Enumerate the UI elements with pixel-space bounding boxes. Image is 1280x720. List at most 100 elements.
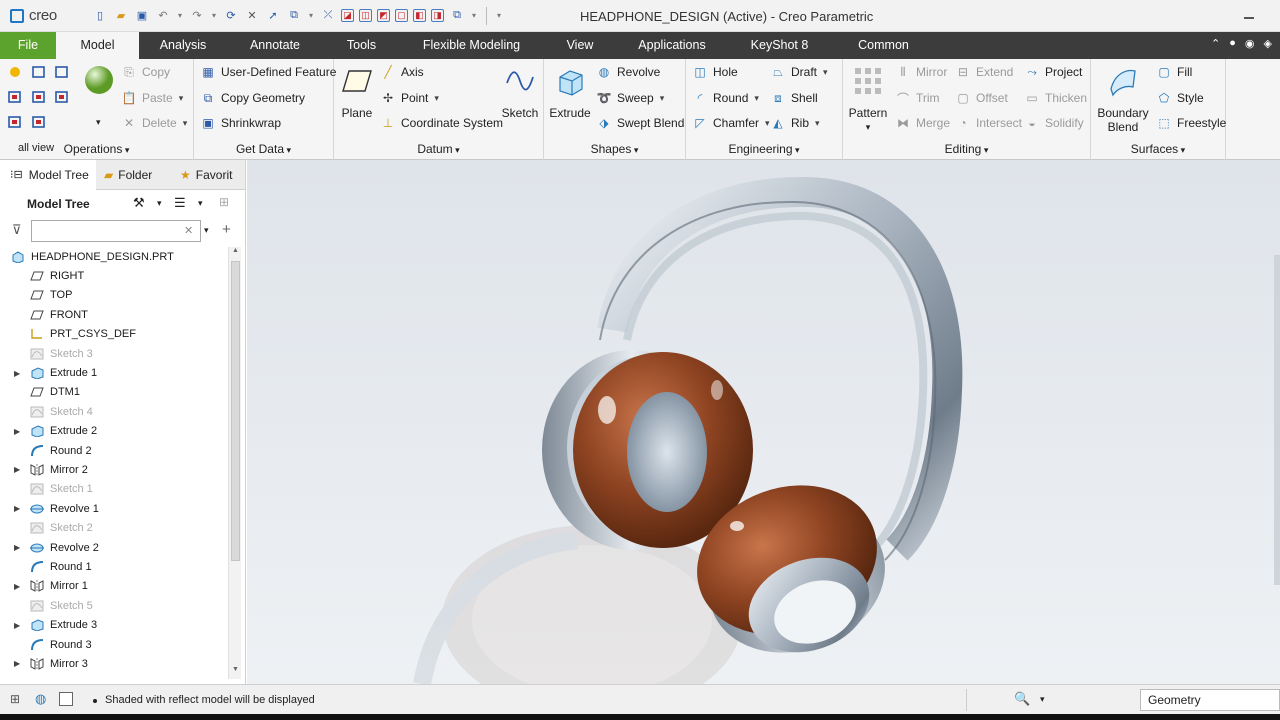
- tab-model-tree[interactable]: ⁝⊟ Model Tree: [0, 160, 96, 190]
- tab-favorites[interactable]: ★ Favorit: [172, 160, 244, 190]
- selection-filter-select[interactable]: Geometry: [1140, 689, 1280, 711]
- axis-button[interactable]: ╱ Axis: [380, 64, 423, 80]
- expand-arrow-icon[interactable]: ▶: [14, 543, 20, 552]
- navigator-toggle-icon[interactable]: ⊞: [10, 692, 20, 706]
- save-icon[interactable]: ▣: [134, 8, 150, 24]
- tree-node[interactable]: HEADPHONE_DESIGN.PRT: [0, 247, 228, 266]
- collapse-ribbon-icon[interactable]: ⌃: [1211, 37, 1220, 50]
- regenerate-dropdown-icon[interactable]: ▾: [96, 117, 101, 128]
- tree-node[interactable]: ▶ Mirror 2: [0, 460, 228, 479]
- windows-dropdown-icon[interactable]: ▾: [307, 8, 315, 24]
- sweep-button[interactable]: ➰ Sweep: [596, 90, 664, 106]
- tree-node[interactable]: ▶ Extrude 1: [0, 363, 228, 382]
- add-icon[interactable]: +: [222, 221, 231, 238]
- windows-icon[interactable]: ⧉: [286, 8, 302, 24]
- paste-button[interactable]: 📋 Paste: [121, 90, 183, 106]
- undo-icon[interactable]: ↶: [155, 8, 171, 24]
- search-help-icon[interactable]: ●: [1229, 37, 1236, 50]
- tab-tools[interactable]: Tools: [323, 32, 400, 59]
- tree-node[interactable]: FRONT: [0, 305, 228, 324]
- engineering-group-label[interactable]: Engineering: [686, 142, 842, 156]
- expand-arrow-icon[interactable]: ▶: [14, 369, 20, 378]
- delete-button[interactable]: ✕ Delete: [121, 115, 187, 131]
- swept-blend-button[interactable]: ⬗ Swept Blend: [596, 115, 684, 131]
- tree-node[interactable]: ▶ Revolve 2: [0, 538, 228, 557]
- tree-node[interactable]: Sketch 2: [0, 518, 228, 537]
- scroll-down-icon[interactable]: ▼: [229, 666, 242, 679]
- tree-node[interactable]: Sketch 5: [0, 596, 228, 615]
- copy-geometry-button[interactable]: ⧉ Copy Geometry: [200, 90, 305, 106]
- tree-node[interactable]: Round 2: [0, 441, 228, 460]
- style-button[interactable]: ⬠ Style: [1156, 90, 1204, 106]
- tree-node[interactable]: Sketch 3: [0, 344, 228, 363]
- tree-node[interactable]: DTM1: [0, 383, 228, 402]
- tree-node[interactable]: Round 1: [0, 557, 228, 576]
- headphone-model[interactable]: [247, 160, 1280, 684]
- redo-icon[interactable]: ↷: [189, 8, 205, 24]
- saved-view-2-icon[interactable]: ◫: [359, 9, 372, 22]
- minimize-icon[interactable]: [1244, 17, 1254, 19]
- expand-arrow-icon[interactable]: ▶: [14, 582, 20, 591]
- chamfer-button[interactable]: ◸ Chamfer: [692, 115, 770, 131]
- tab-view[interactable]: View: [543, 32, 617, 59]
- show-dropdown-icon[interactable]: ▾: [198, 198, 203, 209]
- tab-folder-browser[interactable]: ▰ Folder: [98, 160, 168, 190]
- tab-analysis[interactable]: Analysis: [139, 32, 227, 59]
- tree-filter-options-icon[interactable]: ⊞: [219, 195, 229, 209]
- plane-button[interactable]: Plane: [340, 65, 374, 120]
- scroll-up-icon[interactable]: ▲: [229, 247, 242, 260]
- fill-button[interactable]: ▢ Fill: [1156, 64, 1192, 80]
- shell-button[interactable]: ⧈ Shell: [770, 90, 818, 106]
- tree-scrollbar[interactable]: ▲ ▼: [228, 247, 241, 679]
- tree-node[interactable]: ▶ Extrude 3: [0, 615, 228, 634]
- saved-view-3-icon[interactable]: ◩: [377, 9, 390, 22]
- tree-node[interactable]: ▶ Mirror 1: [0, 577, 228, 596]
- datum-group-label[interactable]: Datum: [334, 142, 543, 156]
- boundary-blend-button[interactable]: Boundary Blend: [1095, 65, 1151, 134]
- tab-keyshot[interactable]: KeyShot 8: [727, 32, 832, 59]
- coordinate-system-button[interactable]: ⊥ Coordinate System: [380, 115, 503, 131]
- user-defined-feature-button[interactable]: ▦ User-Defined Feature: [200, 64, 336, 80]
- saved-view-1-icon[interactable]: ◪: [341, 9, 354, 22]
- round-button[interactable]: ◜ Round: [692, 90, 759, 106]
- tree-node[interactable]: TOP: [0, 286, 228, 305]
- expand-arrow-icon[interactable]: ▶: [14, 504, 20, 513]
- tree-node[interactable]: Sketch 4: [0, 402, 228, 421]
- clear-search-icon[interactable]: ✕: [184, 224, 193, 237]
- tree-search-input[interactable]: [31, 220, 201, 242]
- tree-node[interactable]: ▶ Extrude 2: [0, 422, 228, 441]
- pattern-dropdown-icon[interactable]: ▾: [847, 120, 889, 134]
- revolve-button[interactable]: ◍ Revolve: [596, 64, 661, 80]
- filter-icon[interactable]: ⊽: [12, 222, 22, 238]
- find-icon[interactable]: 🔍: [1014, 691, 1030, 707]
- freestyle-button[interactable]: ⬚ Freestyle: [1156, 115, 1226, 131]
- view-manager-dropdown-icon[interactable]: ▾: [470, 8, 478, 24]
- select-icon[interactable]: ➚: [265, 8, 281, 24]
- close-window-icon[interactable]: ✕: [244, 8, 260, 24]
- rib-button[interactable]: ◭ Rib: [770, 115, 820, 131]
- tree-node[interactable]: Round 3: [0, 635, 228, 654]
- settings-icon[interactable]: ◈: [1264, 37, 1272, 50]
- tab-file[interactable]: File: [0, 32, 56, 59]
- saved-view-6-icon[interactable]: ◨: [431, 9, 444, 22]
- editing-group-label[interactable]: Editing: [843, 142, 1090, 156]
- undo-dropdown-icon[interactable]: ▾: [176, 8, 184, 24]
- tab-applications[interactable]: Applications: [617, 32, 727, 59]
- intersect-button[interactable]: ◔ Intersect: [955, 115, 1022, 131]
- find-dropdown-icon[interactable]: ▾: [1040, 694, 1045, 705]
- shapes-group-label[interactable]: Shapes: [544, 142, 685, 156]
- scroll-thumb[interactable]: [231, 261, 240, 561]
- tree-node[interactable]: ▶ Mirror 3: [0, 654, 228, 673]
- operations-group-label[interactable]: Operations: [0, 142, 193, 156]
- offset-button[interactable]: ▢ Offset: [955, 90, 1007, 106]
- regenerate-icon[interactable]: ⟳: [223, 8, 239, 24]
- shrinkwrap-qat-icon[interactable]: ⤫: [320, 8, 336, 24]
- expand-arrow-icon[interactable]: ▶: [14, 427, 20, 436]
- view-manager-icon[interactable]: ⧉: [449, 8, 465, 24]
- tab-annotate[interactable]: Annotate: [227, 32, 323, 59]
- new-file-icon[interactable]: ▯: [92, 8, 108, 24]
- tree-settings-icon[interactable]: ⚒: [133, 195, 145, 211]
- show-icon[interactable]: ☰: [174, 195, 186, 211]
- browser-toggle-icon[interactable]: ◍: [35, 691, 46, 707]
- sketch-button[interactable]: Sketch: [500, 65, 540, 120]
